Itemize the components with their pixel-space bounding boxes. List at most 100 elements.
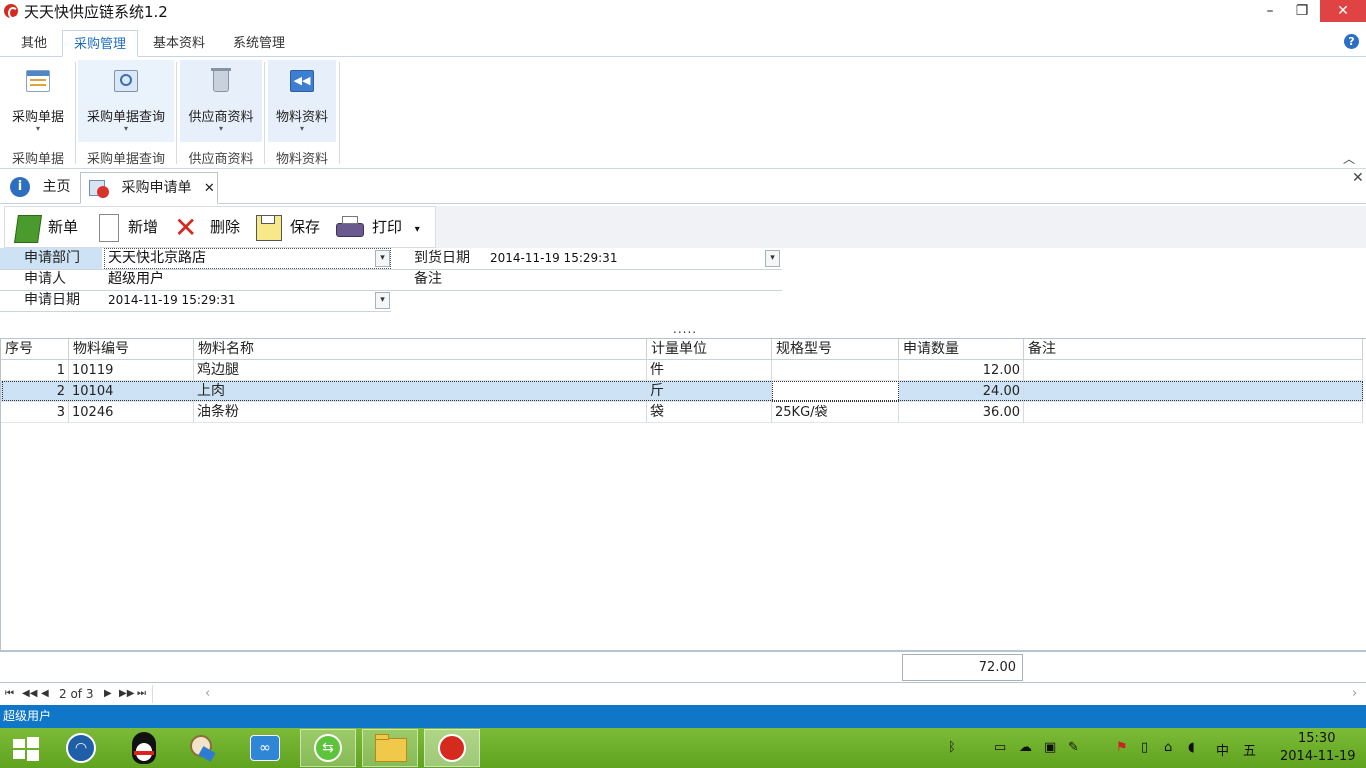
scroll-left-icon[interactable]: ‹ (205, 684, 210, 704)
tray-device-icon[interactable]: ▣ (1044, 740, 1056, 755)
new-doc-button[interactable]: 新单 (12, 208, 92, 246)
purchase-query-button[interactable]: 采购单据查询 ▾ (78, 60, 174, 142)
ribbon-divider (339, 62, 340, 164)
save-button[interactable]: 保存 (254, 208, 330, 246)
dept-label: 申请部门 (24, 250, 80, 266)
tray-tool-icon[interactable]: ✎ (1068, 740, 1079, 755)
minimize-button[interactable]: – (1252, 0, 1288, 22)
column-header-remark[interactable]: 备注 (1024, 339, 1363, 360)
browser-app-icon[interactable]: ⇆ (300, 729, 356, 767)
table-row-3-code[interactable]: 10246 (69, 402, 194, 423)
chevron-down-icon[interactable]: ▾ (415, 224, 420, 235)
dept-dropdown-icon[interactable]: ▾ (375, 250, 390, 267)
arrival-date-value[interactable]: 2014-11-19 15:29:31 (490, 248, 617, 269)
record-position: 2 of 3 (59, 687, 94, 701)
arrival-date-dropdown-icon[interactable]: ▾ (765, 250, 780, 267)
table-row-1-no[interactable]: 1 (1, 360, 69, 381)
tool-app-icon[interactable] (178, 729, 234, 767)
tab-purchase-management[interactable]: 采购管理 (62, 30, 138, 57)
tab-home[interactable]: i 主页 (4, 172, 78, 204)
add-button[interactable]: 新增 (96, 208, 168, 246)
next-page-icon[interactable]: ▶▶ (119, 684, 134, 704)
table-row-1-spec[interactable] (772, 360, 899, 381)
table-row-3-name[interactable]: 油条粉 (194, 402, 647, 423)
tab-other[interactable]: 其他 (10, 30, 58, 57)
clock-time[interactable]: 15:30 (1298, 731, 1335, 746)
ribbon-collapse-icon[interactable]: ︿ (1343, 150, 1355, 167)
windows-start-icon[interactable] (0, 729, 56, 767)
column-header-unit[interactable]: 计量单位 (647, 339, 772, 360)
chevron-down-icon: ▾ (123, 124, 128, 133)
print-label: 打印 (372, 218, 403, 236)
tray-lan-icon[interactable]: ⌂ (1164, 740, 1172, 755)
apply-date-value[interactable]: 2014-11-19 15:29:31 (108, 290, 235, 311)
app-logo-icon (4, 4, 18, 19)
column-header-code[interactable]: 物料编号 (69, 339, 194, 360)
clock-date[interactable]: 2014-11-19 (1280, 749, 1356, 764)
delete-button[interactable]: ✕ 删除 (174, 208, 250, 246)
applicant-value[interactable]: 超级用户 (108, 269, 164, 290)
window-title: 天天快供应链系统1.2 (24, 3, 168, 21)
material-label: 物料资料 (275, 110, 328, 125)
splitter-handle[interactable]: ..... (673, 322, 697, 336)
wifi-app-icon[interactable]: ◠ (56, 729, 112, 767)
prev-record-icon[interactable]: ◀ (41, 684, 49, 704)
column-header-spec[interactable]: 规格型号 (772, 339, 899, 360)
table-row-1-unit[interactable]: 件 (647, 360, 772, 381)
column-header-qty[interactable]: 申请数量 (899, 339, 1024, 360)
bluetooth-icon[interactable]: ᛒ (948, 740, 956, 755)
close-button[interactable]: ✕ (1320, 0, 1366, 22)
table-row-3-remark[interactable] (1024, 402, 1363, 423)
table-row-3-spec[interactable]: 25KG/袋 (772, 402, 899, 423)
tray-network-icon[interactable]: ▯ (1141, 740, 1148, 755)
material-button[interactable]: ◀◀ 物料资料 ▾ (268, 60, 336, 142)
purchase-docs-button[interactable]: 采购单据 ▾ (4, 60, 72, 142)
column-header-name[interactable]: 物料名称 (194, 339, 647, 360)
prev-page-icon[interactable]: ◀◀ (22, 684, 37, 704)
tab-purchase-request[interactable]: 采购申请单 ✕ (80, 172, 218, 204)
supplier-label: 供应商资料 (188, 110, 254, 125)
selected-row-focus (2, 381, 1363, 401)
restore-button[interactable]: ❐ (1284, 0, 1320, 22)
chevron-down-icon: ▾ (35, 124, 40, 133)
ribbon-group-material: ◀◀ 物料资料 ▾ 物料资料 (268, 60, 336, 168)
column-header-no[interactable]: 序号 (1, 339, 69, 360)
status-user: 超级用户 (3, 709, 52, 723)
table-row-3-unit[interactable]: 袋 (647, 402, 772, 423)
tray-ime-chinese[interactable]: 中 (1216, 740, 1229, 759)
table-row-1-name[interactable]: 鸡边腿 (194, 360, 647, 381)
network-app-icon[interactable]: ∞ (238, 729, 294, 767)
print-button[interactable]: 打印 ▾ (334, 208, 434, 246)
tab-close-icon[interactable]: ✕ (204, 181, 215, 196)
supply-chain-app-icon[interactable] (424, 729, 480, 767)
new-doc-label: 新单 (48, 218, 79, 236)
table-row-3-no[interactable]: 3 (1, 402, 69, 423)
info-icon: i (10, 177, 30, 197)
explorer-app-icon[interactable] (362, 729, 418, 767)
tray-alert-icon[interactable]: ⚑ (1116, 740, 1128, 755)
apply-date-dropdown-icon[interactable]: ▾ (375, 292, 390, 309)
horizontal-scrollbar[interactable] (152, 685, 1364, 703)
table-row-1-qty[interactable]: 12.00 (899, 360, 1024, 381)
supplier-button[interactable]: 供应商资料 ▾ (180, 60, 262, 142)
help-icon[interactable]: ? (1344, 34, 1359, 49)
delete-label: 删除 (210, 218, 241, 236)
tab-system-management[interactable]: 系统管理 (222, 30, 296, 57)
qq-app-icon[interactable] (118, 729, 174, 767)
tray-volume-icon[interactable]: ◖ (1188, 740, 1195, 755)
apply-date-label: 申请日期 (24, 292, 80, 308)
scroll-right-icon[interactable]: › (1352, 684, 1357, 704)
tab-home-label: 主页 (42, 179, 71, 195)
close-all-tabs-icon[interactable]: ✕ (1352, 170, 1364, 186)
tray-cloud-icon[interactable]: ☁ (1019, 740, 1032, 755)
next-record-icon[interactable]: ▶ (104, 684, 112, 704)
table-row-3-qty[interactable]: 36.00 (899, 402, 1024, 423)
tray-monitor-icon[interactable]: ▭ (994, 740, 1006, 755)
table-row-1-code[interactable]: 10119 (69, 360, 194, 381)
last-record-icon[interactable]: ⏭ (137, 684, 146, 704)
remark-input[interactable] (490, 269, 780, 290)
first-record-icon[interactable]: ⏮ (5, 684, 14, 704)
tray-ime-wubi[interactable]: 五 (1243, 740, 1256, 759)
tab-basic-data[interactable]: 基本资料 (142, 30, 216, 57)
table-row-1-remark[interactable] (1024, 360, 1363, 381)
